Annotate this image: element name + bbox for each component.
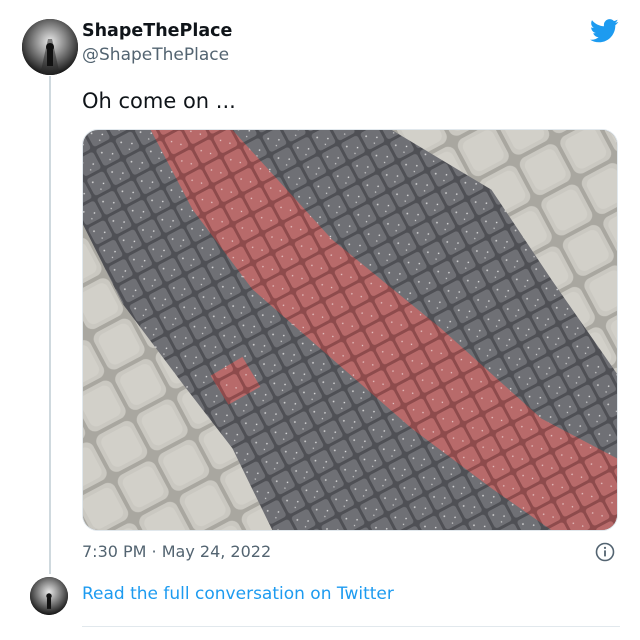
reply-avatar[interactable] xyxy=(30,577,68,615)
info-icon[interactable] xyxy=(595,542,615,562)
tweet-photo[interactable] xyxy=(82,129,618,531)
divider xyxy=(82,626,620,627)
avatar-silhouette-icon xyxy=(22,19,78,75)
thread-line xyxy=(49,76,51,574)
tweet-timestamp[interactable]: 7:30 PM · May 24, 2022 xyxy=(82,542,271,561)
avatar-silhouette-icon xyxy=(30,577,68,615)
author-display-name[interactable]: ShapeThePlace xyxy=(82,21,232,41)
author-handle[interactable]: @ShapeThePlace xyxy=(82,45,229,65)
author-avatar[interactable] xyxy=(22,19,78,75)
twitter-bird-icon[interactable] xyxy=(590,19,619,43)
tweet-text: Oh come on ... xyxy=(82,89,236,113)
paving-stone-photo xyxy=(83,130,617,530)
read-full-conversation-link[interactable]: Read the full conversation on Twitter xyxy=(82,584,394,604)
tweet-card: ShapeThePlace @ShapeThePlace Oh come on … xyxy=(0,0,640,640)
